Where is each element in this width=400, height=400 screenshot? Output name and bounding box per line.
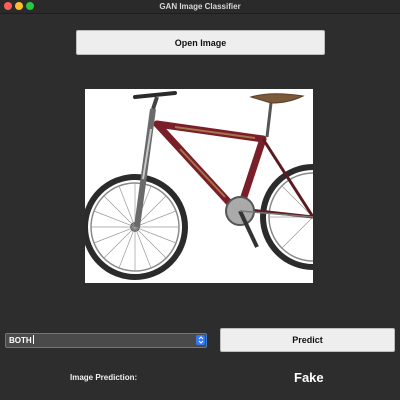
model-select[interactable]: BOTH: [5, 333, 207, 348]
chevron-updown-icon[interactable]: [196, 335, 205, 345]
title-bar: GAN Image Classifier: [0, 0, 400, 14]
prediction-label: Image Prediction:: [70, 373, 138, 382]
prediction-result: Fake: [294, 370, 324, 385]
model-select-value: BOTH: [9, 335, 34, 345]
window-title: GAN Image Classifier: [159, 2, 241, 11]
open-image-button[interactable]: Open Image: [76, 30, 325, 55]
preview-image: [85, 89, 313, 283]
predict-button[interactable]: Predict: [220, 328, 395, 352]
